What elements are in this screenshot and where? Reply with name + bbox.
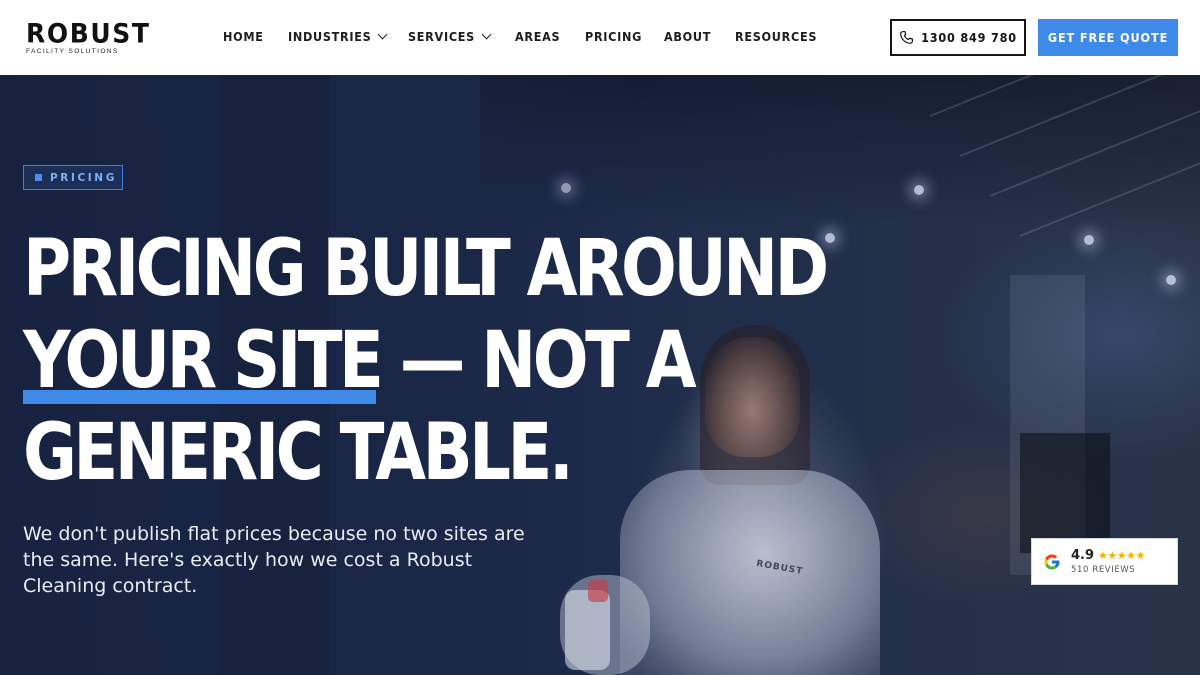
badge-label: PRICING [50, 171, 117, 184]
nav-item-pricing[interactable]: PRICING [585, 28, 642, 46]
nav-label: RESOURCES [735, 29, 818, 44]
ceiling-light [914, 185, 924, 195]
nav-label: AREAS [515, 29, 561, 44]
headline-highlight-text: YOUR SITE [23, 314, 384, 407]
hero-subtext: We don't publish flat prices because no … [23, 523, 525, 597]
hero-section: ROBUST PRICING PRICING BUILT AROUND YOUR… [0, 75, 1200, 675]
phone-icon [900, 30, 914, 44]
site-header: ROBUST FACILITY SOLUTIONS HOME INDUSTRIE… [0, 0, 1200, 75]
chevron-down-icon [481, 29, 492, 40]
review-count: 510 REVIEWS [1071, 565, 1136, 575]
headline-line-3: GENERIC TABLE. [23, 406, 574, 499]
google-review-badge[interactable]: 4.9 ★★★★★ 510 REVIEWS [1031, 538, 1178, 585]
nav-label: INDUSTRIES [288, 29, 372, 44]
ceiling-light [1166, 275, 1176, 285]
phone-button[interactable]: 1300 849 780 [890, 19, 1026, 56]
review-rating: 4.9 [1071, 548, 1095, 563]
spray-bottle [565, 590, 610, 670]
logo-wordmark: ROBUST [26, 17, 151, 49]
logo[interactable]: ROBUST FACILITY SOLUTIONS [26, 17, 151, 58]
nav-item-areas[interactable]: AREAS [515, 28, 560, 46]
nav-label: SERVICES [408, 29, 475, 44]
section-badge: PRICING [23, 165, 123, 190]
ceiling-light [1084, 235, 1094, 245]
get-free-quote-button[interactable]: GET FREE QUOTE [1038, 19, 1178, 56]
review-details: 4.9 ★★★★★ 510 REVIEWS [1071, 548, 1145, 575]
hero-headline: PRICING BUILT AROUND YOUR SITE — NOT A G… [23, 223, 883, 499]
headline-line-2: YOUR SITE — NOT A [23, 311, 883, 410]
headline-line-2-rest: — NOT A [380, 314, 697, 407]
bin [1020, 433, 1110, 553]
badge-square-icon [35, 174, 42, 181]
chevron-down-icon [378, 29, 388, 40]
phone-number: 1300 849 780 [921, 30, 1017, 45]
nav-item-home[interactable]: HOME [223, 28, 264, 46]
nav-item-resources[interactable]: RESOURCES [735, 28, 817, 46]
google-icon [1044, 554, 1060, 569]
spray-nozzle [588, 580, 608, 602]
headline-line-1: PRICING BUILT AROUND [23, 222, 829, 315]
review-top: 4.9 ★★★★★ [1071, 548, 1145, 563]
nav-label: PRICING [585, 29, 643, 44]
nav-item-services[interactable]: SERVICES [408, 28, 492, 46]
nav-item-industries[interactable]: INDUSTRIES [288, 28, 388, 46]
nav-label: HOME [223, 29, 264, 44]
logo-tagline: FACILITY SOLUTIONS [26, 48, 119, 55]
star-rating-icon: ★★★★★ [1098, 550, 1145, 562]
nav-item-about[interactable]: ABOUT [664, 28, 711, 46]
nav-label: ABOUT [664, 29, 712, 44]
